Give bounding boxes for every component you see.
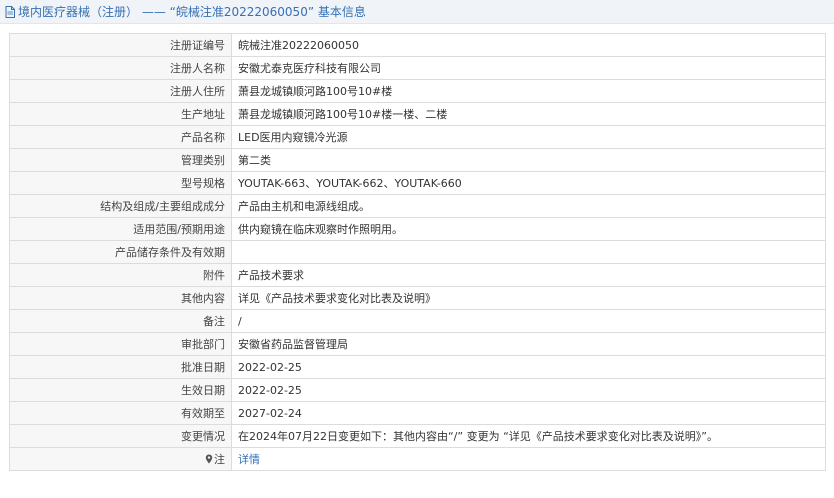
field-value: 萧县龙城镇顺河路100号10#楼一楼、二楼 <box>231 102 826 126</box>
title-bar: 境内医疗器械（注册） —— “皖械注准20222060050” 基本信息 <box>0 0 834 24</box>
field-label: 备注 <box>9 309 232 333</box>
field-value: 在2024年07月22日变更如下：其他内容由“/” 变更为 “详见《产品技术要求… <box>231 424 826 448</box>
field-value: 2022-02-25 <box>231 355 826 379</box>
field-value: 安徽省药品监督管理局 <box>231 332 826 356</box>
field-label: 有效期至 <box>9 401 232 425</box>
page-breadcrumb: 境内医疗器械（注册） —— “皖械注准20222060050” 基本信息 <box>18 5 366 19</box>
table-row: 型号规格 YOUTAK-663、YOUTAK-662、YOUTAK-660 <box>9 171 826 195</box>
table-row: 其他内容 详见《产品技术要求变化对比表及说明》 <box>9 286 826 310</box>
table-row: 注册人住所 萧县龙城镇顺河路100号10#楼 <box>9 79 826 103</box>
field-value: 供内窥镜在临床观察时作照明用。 <box>231 217 826 241</box>
table-row: 批准日期 2022-02-25 <box>9 355 826 379</box>
field-label: 结构及组成/主要组成成分 <box>9 194 232 218</box>
table-row: 审批部门 安徽省药品监督管理局 <box>9 332 826 356</box>
field-value: 第二类 <box>231 148 826 172</box>
details-link[interactable]: 详情 <box>238 453 260 466</box>
note-label: 注 <box>214 453 225 466</box>
field-value: 2022-02-25 <box>231 378 826 402</box>
document-icon <box>5 5 15 18</box>
map-pin-icon <box>205 454 213 464</box>
field-value: LED医用内窥镜冷光源 <box>231 125 826 149</box>
field-value: 详见《产品技术要求变化对比表及说明》 <box>231 286 826 310</box>
field-label: 其他内容 <box>9 286 232 310</box>
field-label: 适用范围/预期用途 <box>9 217 232 241</box>
field-label: 生产地址 <box>9 102 232 126</box>
field-label: 注册证编号 <box>9 33 232 57</box>
field-value: 2027-02-24 <box>231 401 826 425</box>
field-value <box>231 240 826 264</box>
field-label: 变更情况 <box>9 424 232 448</box>
field-label: 产品储存条件及有效期 <box>9 240 232 264</box>
field-label: 批准日期 <box>9 355 232 379</box>
table-row: 结构及组成/主要组成成分 产品由主机和电源线组成。 <box>9 194 826 218</box>
table-row: 产品名称 LED医用内窥镜冷光源 <box>9 125 826 149</box>
field-value: 萧县龙城镇顺河路100号10#楼 <box>231 79 826 103</box>
field-label: 审批部门 <box>9 332 232 356</box>
table-row: 注册人名称 安徽尤泰克医疗科技有限公司 <box>9 56 826 80</box>
table-row: 管理类别 第二类 <box>9 148 826 172</box>
field-label: 产品名称 <box>9 125 232 149</box>
table-row: 注册证编号 皖械注准20222060050 <box>9 33 826 57</box>
table-row: 适用范围/预期用途 供内窥镜在临床观察时作照明用。 <box>9 217 826 241</box>
field-value: 安徽尤泰克医疗科技有限公司 <box>231 56 826 80</box>
note-label-cell: 注 <box>9 447 232 471</box>
table-row: 生产地址 萧县龙城镇顺河路100号10#楼一楼、二楼 <box>9 102 826 126</box>
field-value: / <box>231 309 826 333</box>
table-row-note: 注 详情 <box>9 447 826 471</box>
note-value-cell: 详情 <box>231 447 826 471</box>
detail-table: 注册证编号 皖械注准20222060050 注册人名称 安徽尤泰克医疗科技有限公… <box>9 33 826 471</box>
field-label: 注册人名称 <box>9 56 232 80</box>
table-row: 生效日期 2022-02-25 <box>9 378 826 402</box>
field-label: 管理类别 <box>9 148 232 172</box>
field-value: 产品由主机和电源线组成。 <box>231 194 826 218</box>
field-value: 产品技术要求 <box>231 263 826 287</box>
field-label: 生效日期 <box>9 378 232 402</box>
field-value: YOUTAK-663、YOUTAK-662、YOUTAK-660 <box>231 171 826 195</box>
field-label: 注册人住所 <box>9 79 232 103</box>
table-row: 产品储存条件及有效期 <box>9 240 826 264</box>
table-row: 变更情况 在2024年07月22日变更如下：其他内容由“/” 变更为 “详见《产… <box>9 424 826 448</box>
field-label: 附件 <box>9 263 232 287</box>
table-row: 备注 / <box>9 309 826 333</box>
field-label: 型号规格 <box>9 171 232 195</box>
field-value: 皖械注准20222060050 <box>231 33 826 57</box>
table-row: 有效期至 2027-02-24 <box>9 401 826 425</box>
table-row: 附件 产品技术要求 <box>9 263 826 287</box>
